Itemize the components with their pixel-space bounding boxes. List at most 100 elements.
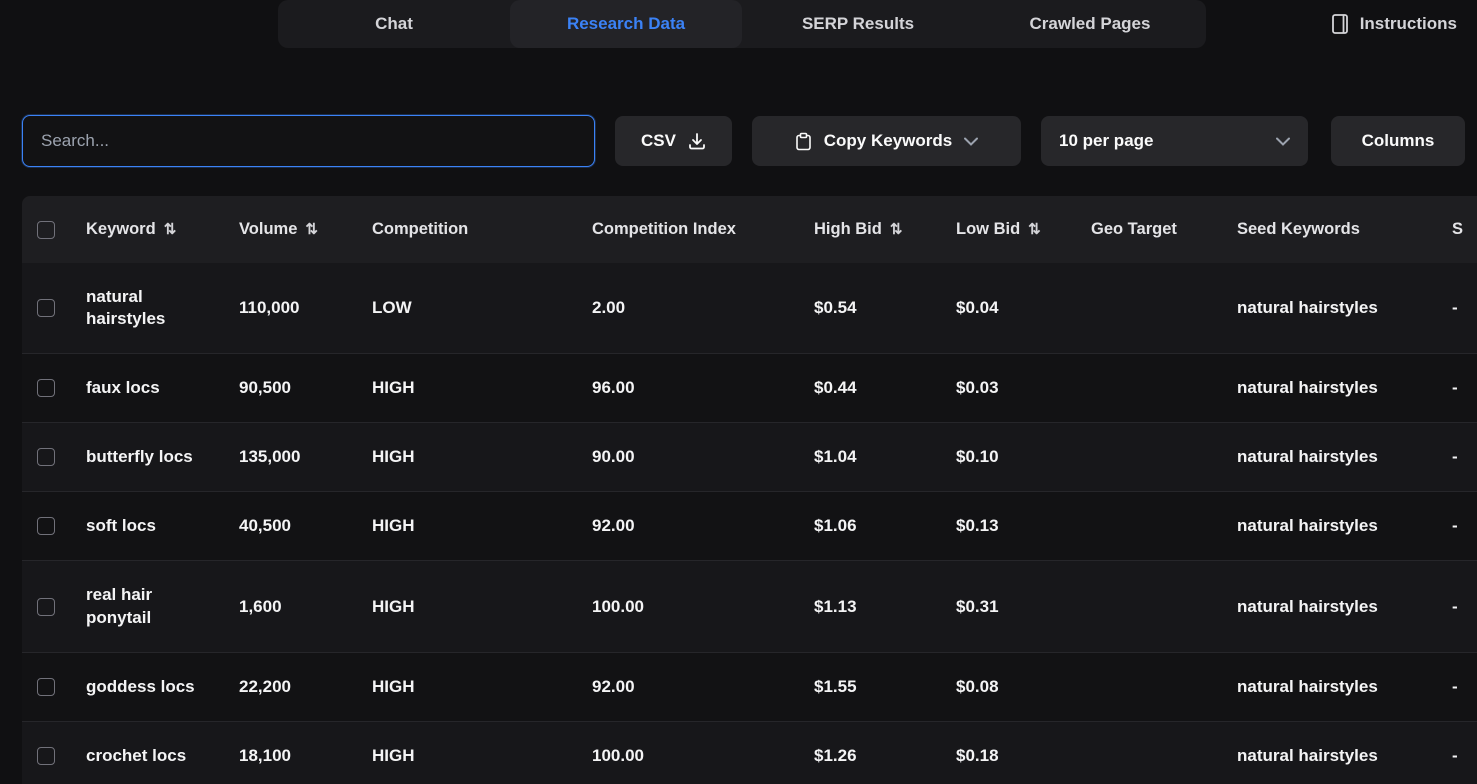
cell-seed_keywords: natural hairstyles — [1221, 354, 1436, 423]
columns-button[interactable]: Columns — [1331, 116, 1465, 166]
row-checkbox[interactable] — [37, 598, 55, 616]
per-page-select[interactable]: 10 per page — [1041, 116, 1308, 166]
cell-geo_target — [1075, 423, 1221, 492]
cell-s_clipped: - — [1436, 492, 1477, 561]
row-checkbox[interactable] — [37, 747, 55, 765]
cell-volume: 90,500 — [223, 354, 356, 423]
row-checkbox[interactable] — [37, 448, 55, 466]
row-checkbox[interactable] — [37, 299, 55, 317]
cell-keyword: natural hairstyles — [70, 263, 223, 354]
cell-low_bid: $0.03 — [940, 354, 1075, 423]
cell-high_bid: $1.55 — [798, 652, 940, 721]
cell-s_clipped: - — [1436, 263, 1477, 354]
copy-keywords-button[interactable]: Copy Keywords — [752, 116, 1021, 166]
cell-competition_index: 92.00 — [576, 652, 798, 721]
cell-high_bid: $0.44 — [798, 354, 940, 423]
cell-geo_target — [1075, 561, 1221, 652]
cell-volume: 135,000 — [223, 423, 356, 492]
cell-high_bid: $1.04 — [798, 423, 940, 492]
instructions-label: Instructions — [1360, 14, 1457, 34]
cell-keyword: faux locs — [70, 354, 223, 423]
cell-s_clipped: - — [1436, 423, 1477, 492]
column-header-high_bid[interactable]: High Bid⇅ — [798, 196, 940, 263]
row-checkbox[interactable] — [37, 678, 55, 696]
row-checkbox-cell — [22, 423, 70, 492]
column-header-keyword[interactable]: Keyword ⇅ — [70, 196, 223, 263]
table-row: goddess locs22,200HIGH92.00$1.55$0.08nat… — [22, 652, 1477, 721]
cell-competition: LOW — [356, 263, 576, 354]
cell-low_bid: $0.08 — [940, 652, 1075, 721]
table-row: soft locs40,500HIGH92.00$1.06$0.13natura… — [22, 492, 1477, 561]
book-icon — [1330, 13, 1350, 35]
table-row: faux locs90,500HIGH96.00$0.44$0.03natura… — [22, 354, 1477, 423]
row-checkbox-cell — [22, 354, 70, 423]
sort-arrows-icon[interactable]: ⇅ — [890, 221, 903, 238]
instructions-button[interactable]: Instructions — [1330, 10, 1457, 38]
row-checkbox[interactable] — [37, 517, 55, 535]
cell-seed_keywords: natural hairstyles — [1221, 492, 1436, 561]
column-label: Geo Target — [1091, 220, 1177, 238]
cell-high_bid: $1.13 — [798, 561, 940, 652]
top-bar: ChatResearch DataSERP ResultsCrawled Pag… — [0, 0, 1477, 48]
cell-high_bid: $1.26 — [798, 721, 940, 784]
cell-geo_target — [1075, 721, 1221, 784]
column-label: Volume — [239, 220, 297, 238]
tab-crawled-pages[interactable]: Crawled Pages — [974, 0, 1206, 48]
cell-volume: 40,500 — [223, 492, 356, 561]
csv-button-label: CSV — [641, 131, 676, 151]
tab-serp-results[interactable]: SERP Results — [742, 0, 974, 48]
table-row: natural hairstyles110,000LOW2.00$0.54$0.… — [22, 263, 1477, 354]
tab-research-data[interactable]: Research Data — [510, 0, 742, 48]
search-input[interactable] — [22, 115, 595, 167]
cell-seed_keywords: natural hairstyles — [1221, 561, 1436, 652]
columns-button-label: Columns — [1362, 131, 1435, 151]
column-label: Keyword — [86, 220, 156, 238]
cell-seed_keywords: natural hairstyles — [1221, 652, 1436, 721]
select-all-checkbox[interactable] — [37, 221, 55, 239]
sort-arrows-icon[interactable]: ⇅ — [1028, 221, 1041, 238]
cell-keyword: crochet locs — [70, 721, 223, 784]
cell-keyword: real hair ponytail — [70, 561, 223, 652]
column-label: Seed Keywords — [1237, 220, 1360, 238]
cell-s_clipped: - — [1436, 721, 1477, 784]
cell-competition: HIGH — [356, 354, 576, 423]
cell-competition: HIGH — [356, 652, 576, 721]
column-label: Competition Index — [592, 220, 736, 238]
per-page-value: 10 per page — [1059, 131, 1154, 151]
tab-chat[interactable]: Chat — [278, 0, 510, 48]
tab-bar: ChatResearch DataSERP ResultsCrawled Pag… — [278, 0, 1206, 48]
cell-competition_index: 100.00 — [576, 561, 798, 652]
column-header-volume[interactable]: Volume ⇅ — [223, 196, 356, 263]
column-header-geo_target: Geo Target — [1075, 196, 1221, 263]
column-header-competition: Competition — [356, 196, 576, 263]
row-checkbox-cell — [22, 721, 70, 784]
cell-low_bid: $0.13 — [940, 492, 1075, 561]
column-header-seed_keywords: Seed Keywords — [1221, 196, 1436, 263]
cell-competition_index: 2.00 — [576, 263, 798, 354]
cell-geo_target — [1075, 354, 1221, 423]
select-all-header-cell — [22, 196, 70, 263]
column-header-s_clipped: S — [1436, 196, 1477, 263]
sort-arrows-icon[interactable]: ⇅ — [164, 221, 177, 238]
column-header-low_bid[interactable]: Low Bid⇅ — [940, 196, 1075, 263]
cell-low_bid: $0.10 — [940, 423, 1075, 492]
csv-export-button[interactable]: CSV — [615, 116, 732, 166]
row-checkbox-cell — [22, 263, 70, 354]
cell-geo_target — [1075, 492, 1221, 561]
cell-seed_keywords: natural hairstyles — [1221, 423, 1436, 492]
cell-low_bid: $0.31 — [940, 561, 1075, 652]
cell-low_bid: $0.18 — [940, 721, 1075, 784]
cell-keyword: goddess locs — [70, 652, 223, 721]
table-row: butterfly locs135,000HIGH90.00$1.04$0.10… — [22, 423, 1477, 492]
cell-volume: 110,000 — [223, 263, 356, 354]
cell-keyword: butterfly locs — [70, 423, 223, 492]
column-label: Competition — [372, 220, 468, 238]
cell-s_clipped: - — [1436, 354, 1477, 423]
cell-geo_target — [1075, 263, 1221, 354]
chevron-down-icon — [964, 137, 978, 146]
row-checkbox-cell — [22, 561, 70, 652]
row-checkbox[interactable] — [37, 379, 55, 397]
sort-arrows-icon[interactable]: ⇅ — [305, 221, 318, 238]
cell-s_clipped: - — [1436, 561, 1477, 652]
cell-high_bid: $0.54 — [798, 263, 940, 354]
